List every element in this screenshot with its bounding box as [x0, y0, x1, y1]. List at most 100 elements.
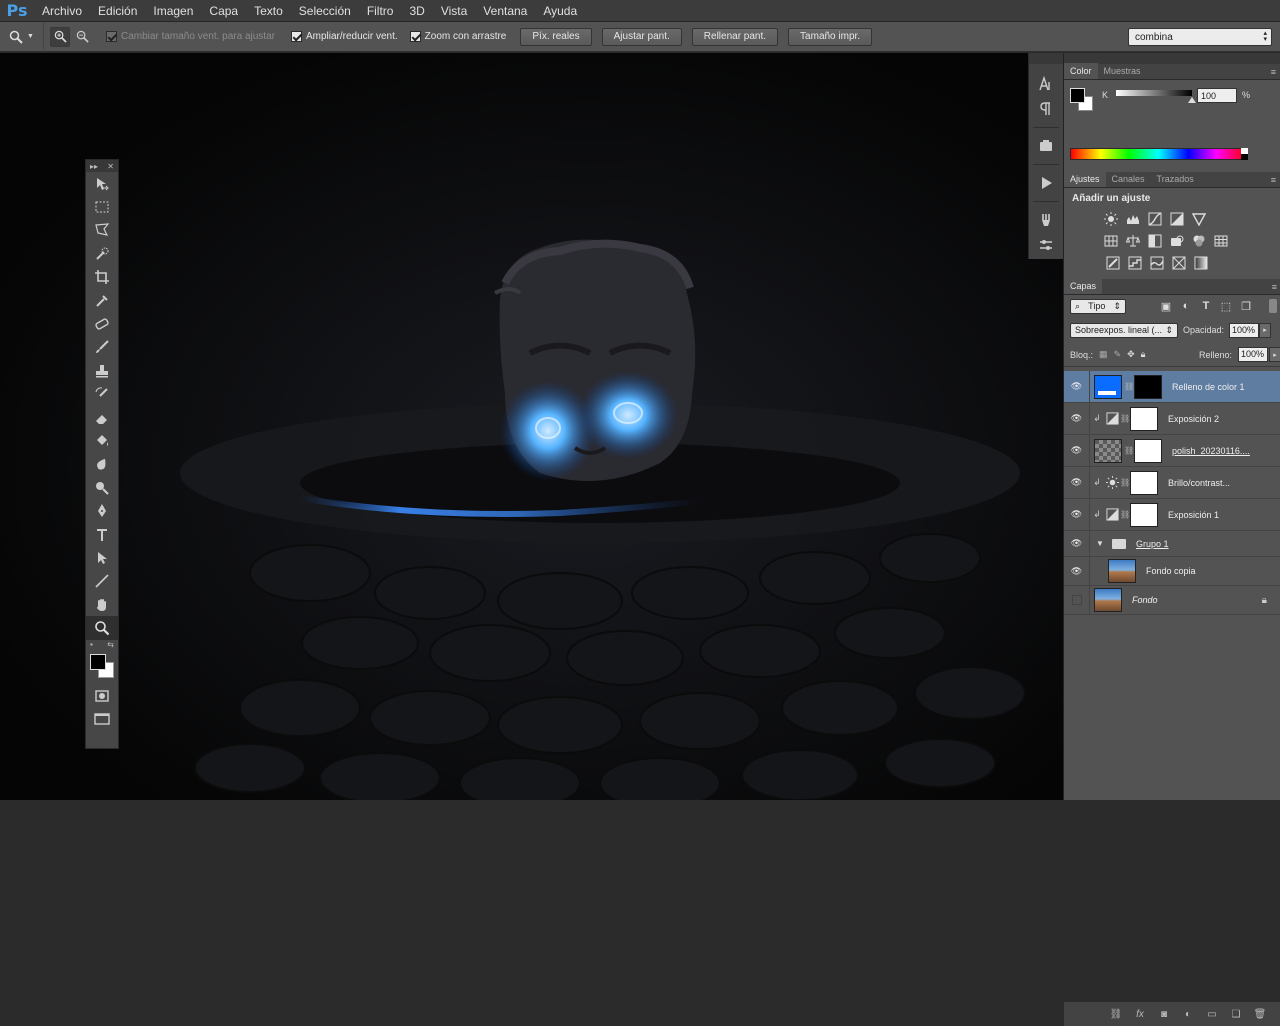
- black-white-ramp[interactable]: [1241, 148, 1248, 160]
- lock-pixels-icon[interactable]: ✎: [1114, 349, 1122, 360]
- layer-mask-thumbnail[interactable]: [1134, 438, 1162, 463]
- menu-edicion[interactable]: Edición: [90, 0, 145, 22]
- move-tool[interactable]: [86, 172, 118, 195]
- collapse-icon[interactable]: ▸▸: [90, 162, 98, 171]
- layer-row[interactable]: 👁︎ ↲ ⛓︎ Exposición 2: [1064, 403, 1280, 435]
- tab-channels[interactable]: Canales: [1106, 171, 1151, 187]
- new-group-icon[interactable]: ▭: [1203, 1007, 1221, 1021]
- workspace-select[interactable]: combina ▴ ▾: [1128, 28, 1272, 46]
- black-white-icon[interactable]: [1146, 232, 1164, 250]
- tool-preset-picker[interactable]: ▼: [0, 21, 44, 52]
- vibrance-icon[interactable]: [1190, 210, 1208, 228]
- posterize-icon[interactable]: [1126, 254, 1144, 272]
- tab-paths[interactable]: Trazados: [1151, 171, 1200, 187]
- resize-windows-checkbox[interactable]: Cambiar tamaño vent. para ajustar: [106, 31, 275, 42]
- layer-style-icon[interactable]: fx: [1131, 1007, 1149, 1021]
- color-lookup-icon[interactable]: [1212, 232, 1230, 250]
- visibility-toggle[interactable]: 👁︎: [1064, 499, 1090, 530]
- panel-menu-icon[interactable]: ≡: [1272, 282, 1277, 292]
- clone-source-button[interactable]: [1029, 233, 1063, 257]
- type-tool[interactable]: [86, 523, 118, 546]
- pen-tool[interactable]: [86, 499, 118, 522]
- document-canvas[interactable]: ▸▸ ✕ ▪ ⇆: [0, 53, 1063, 800]
- menu-ventana[interactable]: Ventana: [475, 0, 535, 22]
- invert-icon[interactable]: [1104, 254, 1122, 272]
- layer-row[interactable]: 👁︎ ⛓︎ Relleno de color 1: [1064, 371, 1280, 403]
- swap-colors-icon[interactable]: ⇆: [107, 640, 114, 652]
- menu-vista[interactable]: Vista: [433, 0, 475, 22]
- menu-3d[interactable]: 3D: [401, 0, 432, 22]
- link-icon[interactable]: ⛓︎: [1120, 510, 1130, 519]
- filter-adjustment-icon[interactable]: ◐: [1178, 300, 1194, 312]
- zoom-tool[interactable]: [86, 616, 118, 640]
- k-slider-track[interactable]: [1116, 90, 1192, 96]
- quick-selection-tool[interactable]: [86, 242, 118, 265]
- actions-panel-button[interactable]: [1029, 171, 1063, 195]
- filter-pixel-icon[interactable]: ▣: [1158, 300, 1174, 313]
- fill-dropdown[interactable]: ▸: [1269, 347, 1280, 362]
- link-icon[interactable]: ⛓︎: [1124, 382, 1134, 391]
- brush-presets-button[interactable]: [1029, 208, 1063, 232]
- visibility-toggle[interactable]: 👁︎: [1064, 435, 1090, 466]
- eraser-tool[interactable]: [86, 406, 118, 429]
- layer-thumbnail[interactable]: [1108, 559, 1136, 583]
- visibility-toggle[interactable]: 👁︎: [1064, 467, 1090, 498]
- lock-transparent-icon[interactable]: ▦: [1099, 349, 1108, 360]
- history-brush-tool[interactable]: [86, 383, 118, 406]
- strip-header[interactable]: [1029, 53, 1063, 64]
- layer-group-row[interactable]: 👁︎ ▼ Grupo 1: [1064, 531, 1280, 557]
- filter-shape-icon[interactable]: ⬚: [1218, 300, 1234, 313]
- menu-texto[interactable]: Texto: [246, 0, 291, 22]
- layer-row[interactable]: Fondo 🔒︎: [1064, 586, 1280, 615]
- menu-ayuda[interactable]: Ayuda: [535, 0, 585, 22]
- visibility-toggle[interactable]: 👁︎: [1064, 371, 1090, 402]
- layer-row[interactable]: 👁︎ ↲ ⛓︎ Exposición 1: [1064, 499, 1280, 531]
- selective-color-icon[interactable]: [1170, 254, 1188, 272]
- layer-mask-thumbnail[interactable]: [1130, 406, 1158, 431]
- k-slider-thumb[interactable]: [1188, 97, 1196, 103]
- k-value-field[interactable]: 100: [1197, 88, 1237, 103]
- print-size-button[interactable]: Tamaño impr.: [788, 27, 873, 46]
- menu-imagen[interactable]: Imagen: [145, 0, 201, 22]
- levels-icon[interactable]: [1124, 210, 1142, 228]
- zoom-in-button[interactable]: [50, 26, 70, 47]
- dodge-tool[interactable]: [86, 476, 118, 499]
- visibility-toggle[interactable]: 👁︎: [1064, 557, 1090, 585]
- panel-menu-icon[interactable]: ≡: [1271, 67, 1276, 77]
- scrubby-zoom-checkbox[interactable]: Zoom con arrastre: [409, 31, 506, 42]
- character-panel-button[interactable]: [1029, 72, 1063, 96]
- expand-group-icon[interactable]: ▼: [1096, 539, 1106, 548]
- eyedropper-tool[interactable]: [86, 289, 118, 312]
- visibility-toggle[interactable]: 👁︎: [1064, 403, 1090, 434]
- layer-thumbnail[interactable]: [1094, 438, 1122, 463]
- threshold-icon[interactable]: [1148, 254, 1166, 272]
- link-icon[interactable]: ⛓︎: [1120, 414, 1130, 423]
- brightness-contrast-icon[interactable]: [1102, 210, 1120, 228]
- quick-mask-button[interactable]: [86, 684, 118, 707]
- paragraph-panel-button[interactable]: [1029, 97, 1063, 121]
- hand-tool[interactable]: [86, 593, 118, 616]
- color-balance-icon[interactable]: [1124, 232, 1142, 250]
- hue-saturation-icon[interactable]: [1102, 232, 1120, 250]
- filter-toggle[interactable]: [1269, 299, 1277, 313]
- menu-archivo[interactable]: Archivo: [34, 0, 90, 22]
- default-colors-icon[interactable]: ▪: [90, 640, 93, 652]
- paint-bucket-tool[interactable]: [86, 429, 118, 452]
- fill-screen-button[interactable]: Rellenar pant.: [691, 27, 779, 46]
- tab-color[interactable]: Color: [1064, 63, 1098, 79]
- layer-row[interactable]: 👁︎ ⛓︎ polish_20230116....: [1064, 435, 1280, 467]
- tab-adjustments[interactable]: Ajustes: [1064, 171, 1106, 187]
- filter-smart-object-icon[interactable]: ❐: [1238, 300, 1254, 313]
- channel-mixer-icon[interactable]: [1190, 232, 1208, 250]
- link-icon[interactable]: ⛓︎: [1120, 478, 1130, 487]
- tab-layers[interactable]: Capas: [1064, 278, 1103, 294]
- layer-row[interactable]: 👁︎ ↲ ⛓︎ Brillo/contrast...: [1064, 467, 1280, 499]
- curves-icon[interactable]: [1146, 210, 1164, 228]
- lock-all-icon[interactable]: 🔒︎: [1141, 349, 1146, 360]
- brush-tool[interactable]: [86, 336, 118, 359]
- zoom-out-button[interactable]: [72, 27, 92, 47]
- clone-stamp-tool[interactable]: [86, 359, 118, 382]
- exposure-icon[interactable]: [1168, 210, 1186, 228]
- layer-mask-thumbnail[interactable]: [1130, 470, 1158, 495]
- layer-thumbnail[interactable]: [1094, 588, 1122, 612]
